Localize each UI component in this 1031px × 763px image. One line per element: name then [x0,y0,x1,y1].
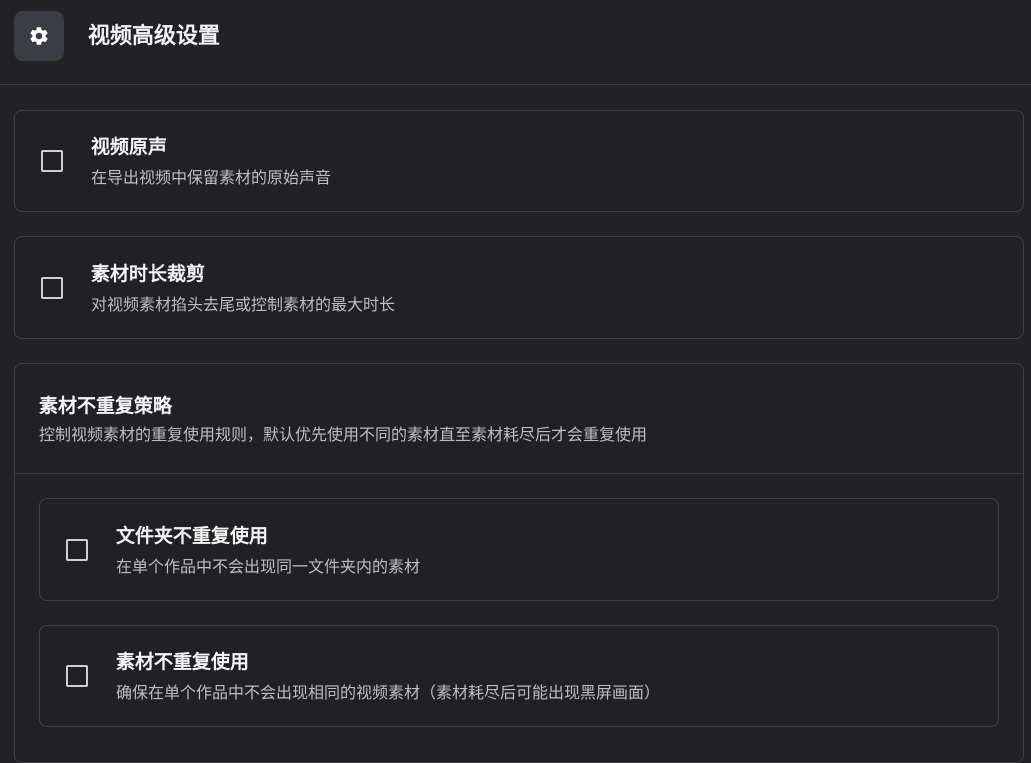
option-description: 在导出视频中保留素材的原始声音 [91,168,332,187]
settings-header: 视频高级设置 [0,0,1031,85]
section-divider [15,473,1023,474]
option-title: 文件夹不重复使用 [116,525,269,547]
option-card-original-audio[interactable]: 视频原声 在导出视频中保留素材的原始声音 [14,110,1024,212]
gear-icon[interactable] [14,11,64,61]
option-card-material-no-repeat[interactable]: 素材不重复使用 确保在单个作品中不会出现相同的视频素材（素材耗尽后可能出现黑屏画… [39,625,999,727]
original-audio-checkbox[interactable] [41,150,63,172]
option-description: 确保在单个作品中不会出现相同的视频素材（素材耗尽后可能出现黑屏画面） [116,683,661,702]
option-title: 视频原声 [91,136,168,158]
option-card-duration-trim[interactable]: 素材时长裁剪 对视频素材掐头去尾或控制素材的最大时长 [14,236,1024,339]
page-title: 视频高级设置 [88,24,221,49]
option-title: 素材时长裁剪 [91,263,206,285]
folder-no-repeat-checkbox[interactable] [66,539,88,561]
no-repeat-strategy-section: 素材不重复策略 控制视频素材的重复使用规则，默认优先使用不同的素材直至素材耗尽后… [14,363,1024,763]
option-description: 在单个作品中不会出现同一文件夹内的素材 [116,557,421,576]
section-description: 控制视频素材的重复使用规则，默认优先使用不同的素材直至素材耗尽后才会重复使用 [39,425,648,444]
option-card-folder-no-repeat[interactable]: 文件夹不重复使用 在单个作品中不会出现同一文件夹内的素材 [39,498,999,601]
option-title: 素材不重复使用 [116,651,250,673]
material-no-repeat-checkbox[interactable] [66,665,88,687]
option-description: 对视频素材掐头去尾或控制素材的最大时长 [91,295,396,314]
duration-trim-checkbox[interactable] [41,277,63,299]
section-title: 素材不重复策略 [39,395,173,417]
